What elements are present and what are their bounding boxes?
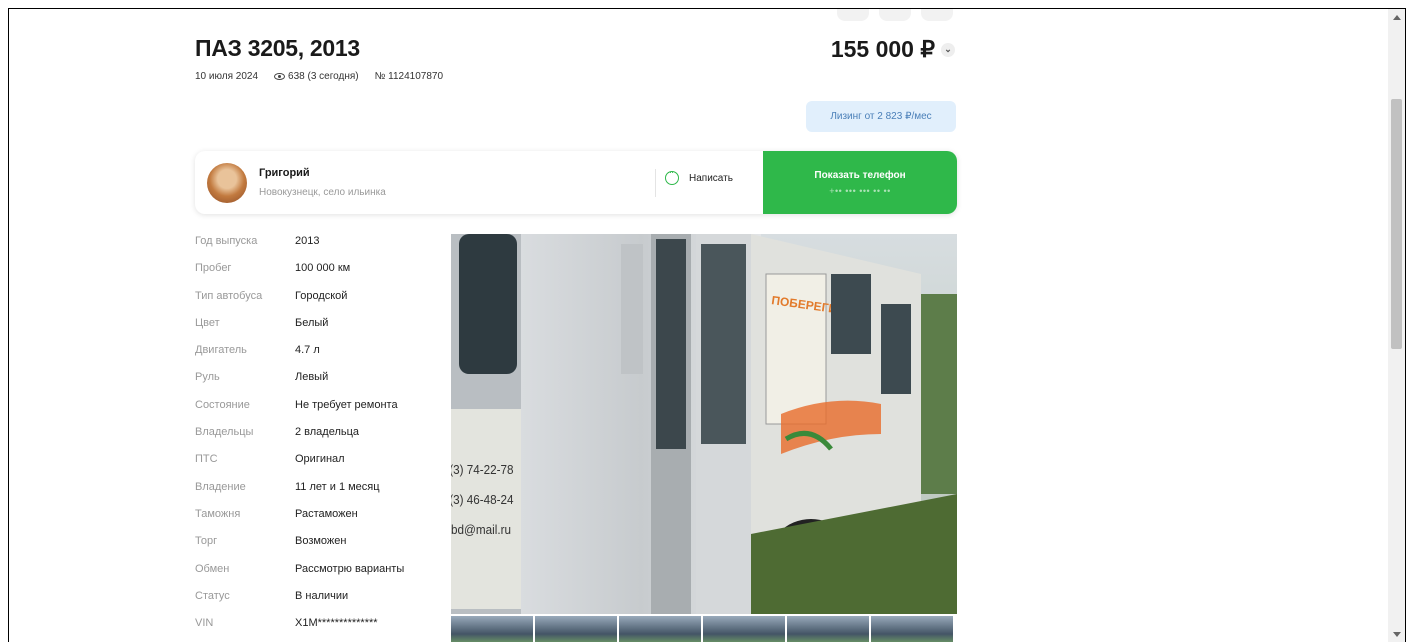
spec-label: Тип автобуса bbox=[195, 289, 263, 302]
spec-label: Таможня bbox=[195, 507, 241, 520]
spec-label: Владение bbox=[195, 480, 246, 493]
page-frame: ПАЗ 3205, 2013 10 июля 2024 638 (3 сегод… bbox=[8, 8, 1406, 642]
spec-label: Статус bbox=[195, 589, 230, 602]
photo-thumbnail[interactable] bbox=[787, 616, 869, 642]
share-button[interactable] bbox=[837, 9, 869, 21]
spec-label: Цвет bbox=[195, 316, 220, 329]
spec-value: Рассмотрю варианты bbox=[295, 562, 405, 575]
spec-row: ПТС Оригинал bbox=[195, 453, 404, 480]
spec-row: Руль Левый bbox=[195, 371, 404, 398]
spec-row: Пробег 100 000 км bbox=[195, 262, 404, 289]
spec-label: ПТС bbox=[195, 453, 218, 466]
spec-label: Двигатель bbox=[195, 344, 247, 357]
listing-title: ПАЗ 3205, 2013 bbox=[195, 35, 360, 61]
seller-card: Григорий Новокузнецк, село ильинка Напис… bbox=[195, 151, 957, 214]
scrollbar[interactable] bbox=[1388, 9, 1405, 642]
spec-value: 2013 bbox=[295, 235, 320, 247]
spec-value: 4.7 л bbox=[295, 344, 320, 357]
spec-value: Не требует ремонта bbox=[295, 398, 398, 411]
spec-row: Обмен Рассмотрю варианты bbox=[195, 563, 404, 590]
photo-thumbnail[interactable] bbox=[451, 616, 533, 642]
spec-row: Торг Возможен bbox=[195, 535, 404, 562]
seller-location: Новокузнецк, село ильинка bbox=[259, 187, 386, 198]
specs-list: Год выпуска 2013 Пробег 100 000 км Тип автоб… bbox=[195, 235, 404, 642]
listing-date: 10 июля 2024 bbox=[195, 71, 259, 82]
listing-views: 638 (3 сегодня) bbox=[288, 71, 359, 82]
photo-thumbnail[interactable] bbox=[619, 616, 701, 642]
write-label: Написать bbox=[689, 172, 733, 184]
spec-value: Белый bbox=[295, 316, 329, 329]
spec-row: Двигатель 4.7 л bbox=[195, 344, 404, 371]
leasing-button[interactable]: Лизинг от 2 823 ₽/мес bbox=[806, 101, 956, 132]
spec-label: Пробег bbox=[195, 262, 232, 275]
spec-row: Статус В наличии bbox=[195, 590, 404, 617]
spec-label: Год выпуска bbox=[195, 235, 258, 247]
spec-row: Владельцы 2 владельца bbox=[195, 426, 404, 453]
listing-number: № 1124107870 bbox=[374, 71, 444, 82]
spec-label: VIN bbox=[195, 617, 214, 630]
bus-photo-image: (3) 74-22-78 (3) 46-48-24 bd@mail.ru ПОБ… bbox=[451, 234, 957, 614]
favorite-button[interactable] bbox=[879, 9, 911, 21]
chevron-down-icon[interactable]: ⌄ bbox=[941, 42, 955, 57]
spec-value: Городской bbox=[295, 289, 348, 302]
divider bbox=[655, 169, 656, 197]
phone-mask: +•• ••• ••• •• •• bbox=[829, 185, 891, 196]
spec-row: VIN X1M************** bbox=[195, 617, 404, 642]
bus-email: bd@mail.ru bbox=[451, 522, 511, 537]
seller-name[interactable]: Григорий bbox=[259, 167, 310, 179]
more-button[interactable] bbox=[921, 9, 953, 21]
spec-row: Тип автобуса Городской bbox=[195, 290, 404, 317]
spec-row: Таможня Растаможен bbox=[195, 508, 404, 535]
photo-thumbnails bbox=[451, 616, 953, 642]
eye-icon bbox=[274, 73, 286, 80]
price-value: 155 000 ₽ bbox=[830, 36, 935, 62]
chat-icon bbox=[665, 167, 679, 185]
top-action-buttons bbox=[837, 9, 953, 21]
listing-meta: 10 июля 2024 638 (3 сегодня) № 112410787… bbox=[195, 71, 443, 82]
spec-value: 100 000 км bbox=[295, 262, 351, 275]
spec-value: X1M************** bbox=[295, 617, 378, 630]
spec-label: Обмен bbox=[195, 562, 230, 575]
spec-value: Оригинал bbox=[295, 453, 345, 466]
spec-row: Год выпуска 2013 bbox=[195, 235, 404, 262]
scroll-up-icon[interactable] bbox=[1393, 15, 1401, 20]
spec-value: 11 лет и 1 месяц bbox=[295, 480, 380, 493]
spec-label: Торг bbox=[195, 535, 218, 548]
scrollbar-thumb[interactable] bbox=[1391, 99, 1402, 349]
spec-value: Растаможен bbox=[295, 507, 358, 520]
show-phone-button[interactable]: Показать телефон +•• ••• ••• •• •• bbox=[763, 151, 957, 214]
spec-value: 2 владельца bbox=[295, 426, 360, 439]
show-phone-label: Показать телефон bbox=[814, 169, 906, 181]
bus-phone-2: (3) 46-48-24 bbox=[451, 492, 514, 507]
spec-row: Цвет Белый bbox=[195, 317, 404, 344]
avatar[interactable] bbox=[207, 163, 247, 203]
spec-row: Состояние Не требует ремонта bbox=[195, 399, 404, 426]
spec-value: Возможен bbox=[295, 535, 347, 548]
write-message-button[interactable]: Написать bbox=[665, 167, 733, 185]
spec-label: Состояние bbox=[195, 398, 250, 411]
photo-thumbnail[interactable] bbox=[871, 616, 953, 642]
spec-label: Владельцы bbox=[195, 426, 254, 439]
scroll-down-icon[interactable] bbox=[1393, 632, 1401, 637]
price: 155 000 ₽ ⌄ bbox=[831, 36, 955, 63]
spec-row: Владение 11 лет и 1 месяц bbox=[195, 481, 404, 508]
spec-value: Левый bbox=[295, 371, 329, 384]
spec-label: Руль bbox=[195, 371, 220, 384]
bus-phone-1: (3) 74-22-78 bbox=[451, 462, 514, 477]
spec-value: В наличии bbox=[295, 589, 349, 602]
photo-thumbnail[interactable] bbox=[535, 616, 617, 642]
photo-thumbnail[interactable] bbox=[703, 616, 785, 642]
main-photo[interactable]: (3) 74-22-78 (3) 46-48-24 bd@mail.ru ПОБ… bbox=[451, 234, 957, 614]
